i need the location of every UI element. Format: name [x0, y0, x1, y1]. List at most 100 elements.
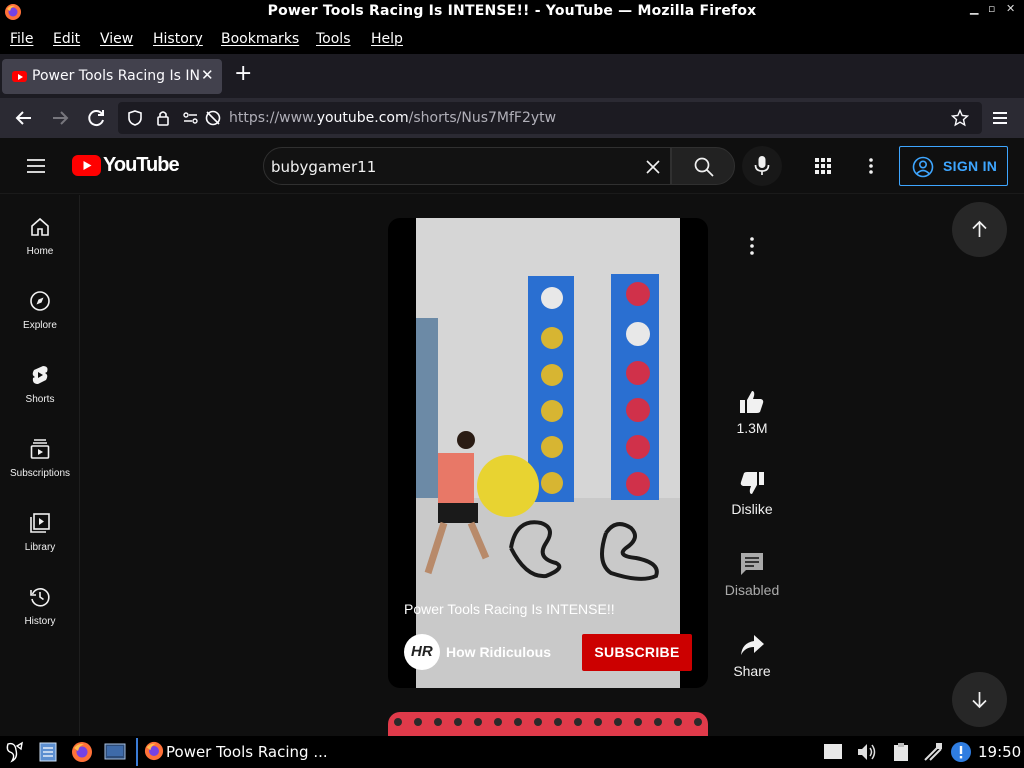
share-icon — [741, 635, 764, 655]
volume-icon[interactable] — [855, 741, 879, 763]
forward-arrow-icon[interactable] — [48, 106, 72, 130]
sidebar-label: History — [24, 616, 56, 627]
terminal-icon[interactable] — [104, 742, 126, 762]
tab-label: Power Tools Racing Is INTENSE!! - YouTub… — [32, 68, 200, 84]
sidebar-item-shorts[interactable]: Shorts — [0, 343, 80, 417]
menu-tools[interactable]: Tools — [316, 31, 351, 47]
next-short-button[interactable] — [952, 672, 1007, 727]
share-label: Share — [733, 663, 771, 679]
share-button[interactable]: Share — [720, 631, 784, 701]
url-text[interactable]: https://www.youtube.com/shorts/Nus7MfF2y… — [229, 110, 556, 126]
youtube-logo-text: YouTube — [103, 154, 180, 176]
notes-icon[interactable] — [822, 742, 844, 762]
sidebar-label: Home — [26, 246, 54, 257]
sidebar-item-home[interactable]: Home — [0, 195, 80, 269]
comments-button: Disabled — [720, 550, 784, 620]
lock-icon[interactable] — [154, 109, 172, 127]
youtube-sidebar: Home Explore Shorts Subscriptions Librar… — [0, 195, 80, 736]
search-query: bubygamer11 — [271, 158, 377, 176]
dislike-label: Dislike — [731, 501, 773, 517]
voice-search-button[interactable] — [742, 146, 782, 186]
menu-edit[interactable]: Edit — [53, 31, 80, 47]
channel-avatar[interactable]: HR — [404, 634, 440, 670]
start-menu-icon[interactable] — [4, 740, 26, 764]
menu-view[interactable]: View — [100, 31, 133, 47]
permissions-icon[interactable] — [182, 109, 202, 127]
menu-history[interactable]: History — [153, 31, 203, 47]
previous-short-button[interactable] — [952, 202, 1007, 257]
clipboard-icon[interactable] — [890, 741, 912, 763]
sidebar-label: Subscriptions — [9, 468, 71, 479]
search-input[interactable]: bubygamer11 — [263, 147, 671, 185]
sidebar-label: Explore — [23, 320, 57, 331]
minimize-icon[interactable]: ▁ — [970, 2, 978, 15]
sidebar-label: Library — [24, 542, 56, 553]
sidebar-item-library[interactable]: Library — [0, 491, 80, 565]
reload-icon[interactable] — [84, 106, 108, 130]
tab-close-icon[interactable]: ✕ — [201, 66, 214, 84]
subscribe-label: SUBSCRIBE — [594, 644, 680, 660]
video-scene — [416, 218, 680, 688]
sign-in-button[interactable]: SIGN IN — [899, 146, 1008, 186]
youtube-favicon-icon — [12, 71, 27, 82]
taskbar-firefox-window[interactable]: Power Tools Racing ... — [136, 738, 336, 766]
subscribe-button[interactable]: SUBSCRIBE — [582, 634, 692, 671]
apps-grid-icon[interactable] — [813, 156, 833, 176]
firefox-launcher-icon[interactable] — [71, 741, 93, 763]
arrow-down-icon — [972, 692, 987, 709]
menu-help[interactable]: Help — [371, 31, 403, 47]
maximize-icon[interactable]: ▫ — [988, 2, 995, 15]
update-notification-icon[interactable] — [950, 741, 972, 763]
dislike-button[interactable]: Dislike — [720, 469, 784, 539]
sidebar-item-explore[interactable]: Explore — [0, 269, 80, 343]
tracking-blocked-icon[interactable] — [204, 109, 222, 127]
menu-file[interactable]: File — [10, 31, 33, 47]
hamburger-menu-icon[interactable] — [24, 154, 48, 178]
like-count: 1.3M — [736, 420, 768, 436]
shorts-video-player[interactable] — [388, 218, 708, 688]
more-options-icon[interactable] — [744, 234, 760, 258]
shorts-icon — [32, 366, 48, 384]
comments-label: Disabled — [724, 582, 780, 598]
menu-bookmarks[interactable]: Bookmarks — [221, 31, 299, 47]
firefox-window-icon — [144, 741, 164, 761]
home-icon — [31, 217, 49, 236]
short-title: Power Tools Racing Is INTENSE!! — [404, 601, 615, 617]
youtube-logo[interactable]: YouTube — [72, 154, 180, 177]
video-frame — [416, 218, 680, 688]
close-window-icon[interactable]: ✕ — [1006, 2, 1015, 15]
channel-name[interactable]: How Ridiculous — [446, 644, 551, 660]
search-button[interactable] — [671, 147, 735, 185]
compass-icon — [30, 291, 50, 311]
window-titlebar: Power Tools Racing Is INTENSE!! - YouTub… — [0, 0, 1024, 24]
subscriptions-icon — [30, 439, 50, 459]
file-manager-icon[interactable] — [38, 741, 58, 763]
network-icon[interactable] — [922, 741, 944, 763]
clock: 19:50 — [978, 743, 1022, 761]
tab-youtube[interactable]: Power Tools Racing Is INTENSE!! - YouTub… — [2, 59, 222, 94]
app-menu-icon[interactable] — [988, 106, 1012, 130]
sidebar-item-history[interactable]: History — [0, 565, 80, 639]
account-icon — [912, 156, 934, 178]
clear-search-icon[interactable] — [644, 158, 662, 176]
tab-strip: Power Tools Racing Is INTENSE!! - YouTub… — [0, 54, 1024, 98]
thumbs-up-icon — [740, 391, 764, 413]
menu-bar: File Edit View History Bookmarks Tools H… — [0, 24, 1024, 54]
back-arrow-icon[interactable] — [12, 106, 36, 130]
sidebar-label: Shorts — [25, 394, 55, 405]
youtube-header: YouTube bubygamer11 SIGN IN — [0, 138, 1024, 194]
thumbs-down-icon — [740, 472, 764, 494]
navigation-bar: https://www.youtube.com/shorts/Nus7MfF2y… — [0, 98, 1024, 138]
channel-logo-text: HR — [411, 643, 433, 660]
url-bar[interactable]: https://www.youtube.com/shorts/Nus7MfF2y… — [118, 102, 982, 134]
shield-icon[interactable] — [126, 109, 144, 127]
microphone-icon — [754, 156, 770, 175]
history-icon — [30, 588, 50, 607]
settings-more-icon[interactable] — [861, 156, 881, 176]
like-button[interactable]: 1.3M — [720, 388, 784, 458]
arrow-up-icon — [972, 220, 987, 237]
youtube-play-logo-icon — [72, 155, 101, 176]
sidebar-item-subscriptions[interactable]: Subscriptions — [0, 417, 80, 491]
new-tab-icon[interactable]: + — [234, 63, 252, 85]
bookmark-star-icon[interactable] — [951, 109, 969, 127]
